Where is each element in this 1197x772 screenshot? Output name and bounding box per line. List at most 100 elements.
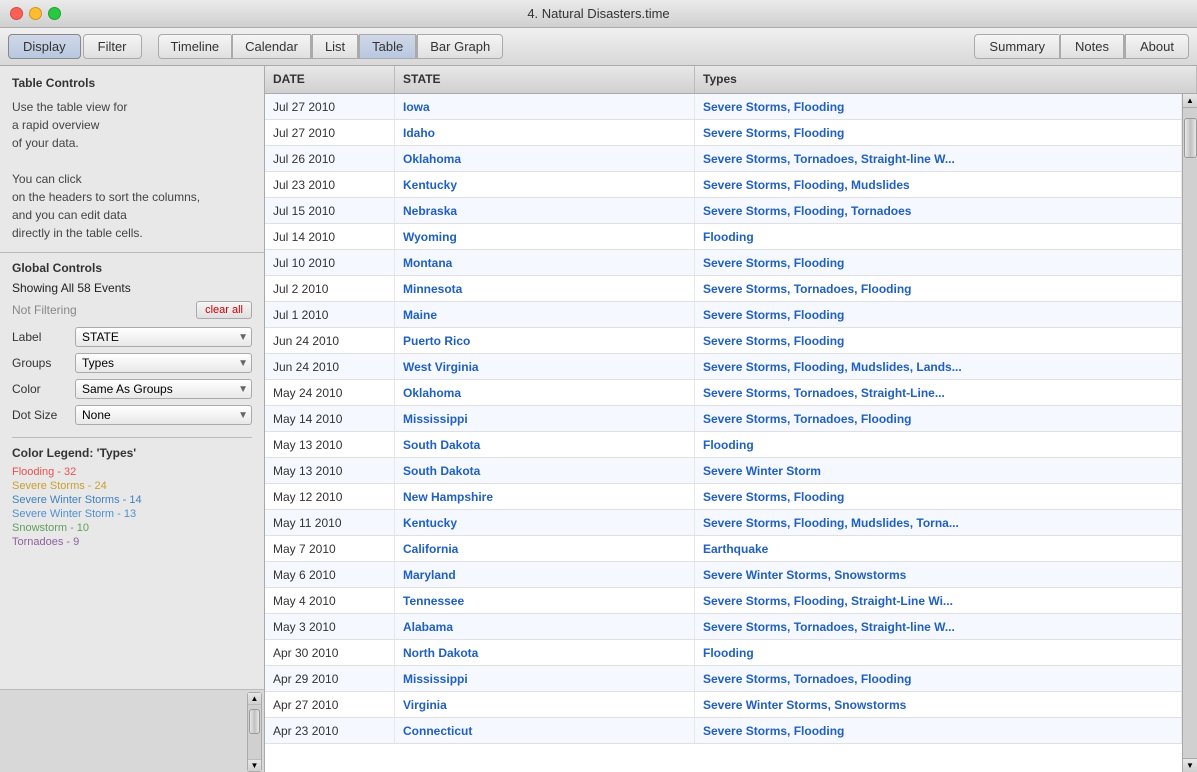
minimize-button[interactable] xyxy=(29,7,42,20)
cell-state[interactable]: Kentucky xyxy=(395,510,695,535)
cell-state[interactable]: Virginia xyxy=(395,692,695,717)
cell-state[interactable]: New Hampshire xyxy=(395,484,695,509)
table-row[interactable]: May 24 2010 Oklahoma Severe Storms, Torn… xyxy=(265,380,1182,406)
cell-types[interactable]: Severe Storms, Flooding, Mudslides, Torn… xyxy=(695,510,1182,535)
cell-state[interactable]: Tennessee xyxy=(395,588,695,613)
table-row[interactable]: May 3 2010 Alabama Severe Storms, Tornad… xyxy=(265,614,1182,640)
table-row[interactable]: Jul 2 2010 Minnesota Severe Storms, Torn… xyxy=(265,276,1182,302)
cell-types[interactable]: Severe Storms, Flooding xyxy=(695,120,1182,145)
table-row[interactable]: May 13 2010 South Dakota Flooding xyxy=(265,432,1182,458)
cell-types[interactable]: Severe Storms, Tornadoes, Straight-line … xyxy=(695,614,1182,639)
cell-state[interactable]: South Dakota xyxy=(395,432,695,457)
cell-state[interactable]: Maine xyxy=(395,302,695,327)
summary-button[interactable]: Summary xyxy=(974,34,1059,59)
table-row[interactable]: May 11 2010 Kentucky Severe Storms, Floo… xyxy=(265,510,1182,536)
sidebar-scroll-up[interactable]: ▲ xyxy=(248,693,261,705)
th-date[interactable]: DATE xyxy=(265,66,395,93)
calendar-button[interactable]: Calendar xyxy=(232,34,311,59)
cell-state[interactable]: Oklahoma xyxy=(395,380,695,405)
cell-types[interactable]: Severe Storms, Flooding xyxy=(695,718,1182,743)
table-row[interactable]: Apr 29 2010 Mississippi Severe Storms, T… xyxy=(265,666,1182,692)
scrollbar-track[interactable] xyxy=(1183,108,1197,758)
table-row[interactable]: Jul 27 2010 Idaho Severe Storms, Floodin… xyxy=(265,120,1182,146)
cell-types[interactable]: Severe Storms, Flooding xyxy=(695,302,1182,327)
cell-state[interactable]: Nebraska xyxy=(395,198,695,223)
cell-types[interactable]: Severe Storms, Flooding, Tornadoes xyxy=(695,198,1182,223)
cell-state[interactable]: Mississippi xyxy=(395,406,695,431)
cell-state[interactable]: Minnesota xyxy=(395,276,695,301)
cell-state[interactable]: Idaho xyxy=(395,120,695,145)
cell-types[interactable]: Earthquake xyxy=(695,536,1182,561)
table-row[interactable]: May 14 2010 Mississippi Severe Storms, T… xyxy=(265,406,1182,432)
cell-types[interactable]: Severe Storms, Flooding xyxy=(695,328,1182,353)
table-row[interactable]: Jul 14 2010 Wyoming Flooding xyxy=(265,224,1182,250)
cell-state[interactable]: Connecticut xyxy=(395,718,695,743)
cell-state[interactable]: Mississippi xyxy=(395,666,695,691)
th-types[interactable]: Types xyxy=(695,66,1197,93)
table-row[interactable]: May 4 2010 Tennessee Severe Storms, Floo… xyxy=(265,588,1182,614)
cell-state[interactable]: West Virginia xyxy=(395,354,695,379)
cell-types[interactable]: Severe Storms, Flooding, Mudslides, Land… xyxy=(695,354,1182,379)
table-row[interactable]: Apr 23 2010 Connecticut Severe Storms, F… xyxy=(265,718,1182,744)
table-row[interactable]: Jul 15 2010 Nebraska Severe Storms, Floo… xyxy=(265,198,1182,224)
table-row[interactable]: May 12 2010 New Hampshire Severe Storms,… xyxy=(265,484,1182,510)
sidebar-scroll-down[interactable]: ▼ xyxy=(248,759,261,771)
cell-state[interactable]: Maryland xyxy=(395,562,695,587)
cell-types[interactable]: Flooding xyxy=(695,432,1182,457)
table-button[interactable]: Table xyxy=(359,34,416,59)
cell-state[interactable]: Alabama xyxy=(395,614,695,639)
table-row[interactable]: May 6 2010 Maryland Severe Winter Storms… xyxy=(265,562,1182,588)
right-scrollbar[interactable]: ▲ ▼ xyxy=(1182,94,1197,772)
table-row[interactable]: Jul 23 2010 Kentucky Severe Storms, Floo… xyxy=(265,172,1182,198)
cell-state[interactable]: Iowa xyxy=(395,94,695,119)
cell-types[interactable]: Severe Storms, Tornadoes, Flooding xyxy=(695,406,1182,431)
cell-state[interactable]: Oklahoma xyxy=(395,146,695,171)
sidebar-scroll-thumb[interactable] xyxy=(249,709,260,734)
cell-types[interactable]: Flooding xyxy=(695,640,1182,665)
cell-types[interactable]: Severe Winter Storms, Snowstorms xyxy=(695,692,1182,717)
scrollbar-thumb[interactable] xyxy=(1184,118,1197,158)
bar-graph-button[interactable]: Bar Graph xyxy=(417,34,503,59)
table-row[interactable]: Jul 10 2010 Montana Severe Storms, Flood… xyxy=(265,250,1182,276)
cell-types[interactable]: Severe Storms, Flooding, Straight-Line W… xyxy=(695,588,1182,613)
table-row[interactable]: Jul 27 2010 Iowa Severe Storms, Flooding xyxy=(265,94,1182,120)
maximize-button[interactable] xyxy=(48,7,61,20)
table-row[interactable]: May 13 2010 South Dakota Severe Winter S… xyxy=(265,458,1182,484)
sidebar-scrollbar[interactable]: ▲ ▼ xyxy=(247,692,262,772)
cell-state[interactable]: North Dakota xyxy=(395,640,695,665)
table-row[interactable]: Jul 1 2010 Maine Severe Storms, Flooding xyxy=(265,302,1182,328)
about-button[interactable]: About xyxy=(1125,34,1189,59)
list-button[interactable]: List xyxy=(312,34,358,59)
cell-types[interactable]: Severe Storms, Tornadoes, Straight-line … xyxy=(695,146,1182,171)
cell-types[interactable]: Severe Storms, Flooding xyxy=(695,484,1182,509)
label-select[interactable]: STATE xyxy=(75,327,252,347)
cell-types[interactable]: Severe Storms, Flooding, Mudslides xyxy=(695,172,1182,197)
timeline-button[interactable]: Timeline xyxy=(158,34,232,59)
groups-select[interactable]: Types xyxy=(75,353,252,373)
scrollbar-up-button[interactable]: ▲ xyxy=(1183,94,1197,108)
dot-size-select[interactable]: None xyxy=(75,405,252,425)
window-controls[interactable] xyxy=(10,7,61,20)
table-row[interactable]: Apr 27 2010 Virginia Severe Winter Storm… xyxy=(265,692,1182,718)
table-row[interactable]: Jul 26 2010 Oklahoma Severe Storms, Torn… xyxy=(265,146,1182,172)
color-select[interactable]: Same As Groups xyxy=(75,379,252,399)
table-row[interactable]: Jun 24 2010 West Virginia Severe Storms,… xyxy=(265,354,1182,380)
cell-state[interactable]: Wyoming xyxy=(395,224,695,249)
table-row[interactable]: Apr 30 2010 North Dakota Flooding xyxy=(265,640,1182,666)
clear-all-button[interactable]: clear all xyxy=(196,301,252,319)
cell-types[interactable]: Severe Storms, Tornadoes, Flooding xyxy=(695,666,1182,691)
notes-button[interactable]: Notes xyxy=(1060,34,1124,59)
filter-button[interactable]: Filter xyxy=(83,34,142,59)
cell-state[interactable]: Puerto Rico xyxy=(395,328,695,353)
cell-types[interactable]: Severe Storms, Flooding xyxy=(695,94,1182,119)
cell-types[interactable]: Flooding xyxy=(695,224,1182,249)
cell-types[interactable]: Severe Storms, Tornadoes, Straight-Line.… xyxy=(695,380,1182,405)
cell-types[interactable]: Severe Winter Storm xyxy=(695,458,1182,483)
cell-types[interactable]: Severe Winter Storms, Snowstorms xyxy=(695,562,1182,587)
cell-state[interactable]: South Dakota xyxy=(395,458,695,483)
cell-types[interactable]: Severe Storms, Flooding xyxy=(695,250,1182,275)
cell-types[interactable]: Severe Storms, Tornadoes, Flooding xyxy=(695,276,1182,301)
cell-state[interactable]: Montana xyxy=(395,250,695,275)
table-row[interactable]: Jun 24 2010 Puerto Rico Severe Storms, F… xyxy=(265,328,1182,354)
cell-state[interactable]: California xyxy=(395,536,695,561)
